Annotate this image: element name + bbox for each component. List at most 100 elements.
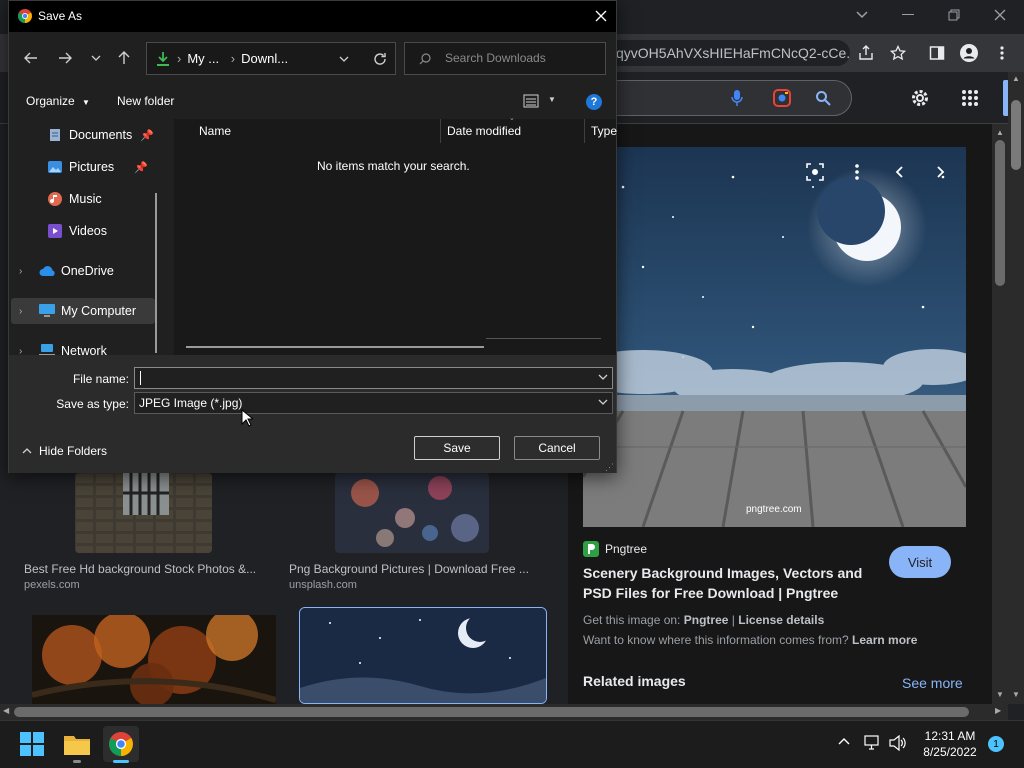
side-panel-icon[interactable] <box>926 42 948 64</box>
lens-search-icon[interactable] <box>771 87 793 109</box>
address-segment[interactable]: Downl... <box>241 51 288 66</box>
restore-icon[interactable] <box>938 4 970 26</box>
sort-chevron-icon: ⌄ <box>509 115 515 122</box>
save-as-type-select[interactable]: JPEG Image (*.jpg) <box>134 392 613 414</box>
hide-folders-toggle[interactable]: Hide Folders <box>22 444 107 458</box>
taskbar-clock-time[interactable]: 12:31 AM <box>920 729 980 743</box>
result-thumb-autumn[interactable] <box>32 615 276 704</box>
more-options-icon[interactable] <box>843 158 871 186</box>
voice-search-icon[interactable] <box>726 87 748 109</box>
page-scroll-up-icon[interactable]: ▲ <box>1012 74 1020 83</box>
learn-more-link[interactable]: Learn more <box>852 633 917 647</box>
taskbar-clock-date[interactable]: 8/25/2022 <box>916 745 984 759</box>
nav-item-music[interactable]: Music <box>9 186 159 212</box>
result-thumb-night-selected[interactable] <box>299 607 547 704</box>
file-explorer-icon[interactable] <box>59 726 95 762</box>
save-as-type-dropdown-icon[interactable] <box>598 399 608 405</box>
share-icon[interactable] <box>855 42 877 64</box>
result-thumb-bokeh[interactable] <box>335 473 489 553</box>
scroll-down-arrow-icon[interactable]: ▼ <box>996 690 1004 699</box>
navigation-pane-scrollbar[interactable] <box>155 193 157 353</box>
network-status-icon[interactable] <box>864 735 882 751</box>
results-scrollbar-thumb[interactable] <box>995 140 1005 286</box>
chrome-taskbar-icon[interactable] <box>103 726 139 762</box>
pin-icon: 📌 <box>140 129 154 142</box>
refresh-icon[interactable] <box>373 52 387 66</box>
notification-badge[interactable]: 1 <box>988 736 1004 752</box>
nav-item-network[interactable]: › Network <box>9 338 159 355</box>
search-placeholder: Search Downloads <box>445 51 546 65</box>
resize-grip-icon[interactable]: ⋰ <box>605 462 614 473</box>
preview-title[interactable]: Scenery Background Images, Vectors and P… <box>583 563 883 603</box>
license-details-link[interactable]: License details <box>738 613 824 627</box>
column-separator[interactable] <box>584 119 585 143</box>
nav-item-onedrive[interactable]: › OneDrive <box>9 258 159 284</box>
help-icon[interactable]: ? <box>586 94 602 110</box>
apps-grid-icon[interactable] <box>957 85 983 111</box>
organize-menu[interactable]: Organize ▼ <box>26 94 90 108</box>
bookmark-star-icon[interactable] <box>887 42 909 64</box>
dialog-titlebar[interactable] <box>9 1 616 32</box>
close-window-icon[interactable] <box>984 4 1016 26</box>
nav-item-documents[interactable]: Documents 📌 <box>9 122 159 148</box>
page-scrollbar-thumb[interactable] <box>1011 100 1021 170</box>
forward-arrow-icon[interactable] <box>53 46 77 70</box>
visual-search-icon[interactable] <box>801 158 829 186</box>
expand-chevron-icon[interactable]: › <box>19 346 33 356</box>
result-title[interactable]: Best Free Hd background Stock Photos &..… <box>24 562 264 576</box>
cancel-button[interactable]: Cancel <box>514 436 600 460</box>
save-button[interactable]: Save <box>414 436 500 460</box>
search-submit-icon[interactable] <box>812 87 834 109</box>
view-chevron-icon[interactable]: ▼ <box>548 95 556 104</box>
back-arrow-icon[interactable] <box>19 46 43 70</box>
next-image-icon[interactable] <box>927 158 955 186</box>
result-thumb-window[interactable] <box>75 473 212 553</box>
view-options-icon[interactable] <box>523 94 539 108</box>
settings-gear-icon[interactable] <box>907 85 933 111</box>
start-button-windows-icon[interactable] <box>14 726 50 762</box>
scroll-left-icon[interactable]: ◀ <box>3 706 9 715</box>
result-title[interactable]: Png Background Pictures | Download Free … <box>289 562 541 576</box>
nav-item-label: My Computer <box>61 304 137 318</box>
tab-search-icon[interactable] <box>846 4 878 26</box>
organize-chevron-icon: ▼ <box>82 98 90 107</box>
recent-locations-chevron-icon[interactable] <box>84 46 108 70</box>
preview-image[interactable] <box>583 147 966 527</box>
horizontal-scrollbar-thumb[interactable] <box>14 707 969 717</box>
address-dropdown-icon[interactable] <box>339 56 349 62</box>
scroll-up-arrow-icon[interactable]: ▲ <box>996 128 1004 137</box>
dialog-close-icon[interactable] <box>589 5 613 27</box>
file-name-input[interactable] <box>134 367 613 389</box>
nav-item-label: OneDrive <box>61 264 114 278</box>
chrome-menu-icon[interactable] <box>991 42 1013 64</box>
expand-chevron-icon[interactable]: › <box>19 306 33 317</box>
column-header-type[interactable]: Type <box>591 124 617 138</box>
column-header-name[interactable]: Name <box>199 124 231 138</box>
volume-icon[interactable] <box>889 735 907 751</box>
address-segment[interactable]: My ... <box>187 51 219 66</box>
omnibox-url: qyvOH5AhVXsHIEHaFmCNcQ2-cCe... <box>616 45 850 61</box>
show-hidden-icons-chevron-icon[interactable] <box>838 737 850 745</box>
up-folder-arrow-icon[interactable] <box>112 46 136 70</box>
profile-icon[interactable] <box>958 42 980 64</box>
page-scroll-down-icon[interactable]: ▼ <box>1012 690 1020 699</box>
file-pane-scrollbar[interactable] <box>186 346 484 348</box>
visit-button[interactable]: Visit <box>889 546 951 578</box>
nav-item-my-computer[interactable]: › My Computer <box>11 298 155 324</box>
nav-item-pictures[interactable]: Pictures 📌 <box>9 154 159 180</box>
nav-item-videos[interactable]: Videos <box>9 218 159 244</box>
search-downloads-input[interactable]: Search Downloads <box>404 42 606 75</box>
preview-source-name[interactable]: Pngtree <box>605 542 647 556</box>
get-image-site-link[interactable]: Pngtree <box>684 613 729 627</box>
column-header-date-modified[interactable]: Date modified <box>447 124 521 138</box>
address-bar[interactable]: › My ... › Downl... <box>146 42 396 75</box>
file-name-dropdown-icon[interactable] <box>598 374 608 380</box>
column-separator[interactable] <box>440 119 441 143</box>
scroll-right-icon[interactable]: ▶ <box>995 706 1001 715</box>
documents-icon <box>47 127 63 143</box>
minimize-icon[interactable] <box>892 4 924 26</box>
see-more-link[interactable]: See more <box>902 675 963 691</box>
new-folder-button[interactable]: New folder <box>117 94 174 108</box>
prev-image-icon[interactable] <box>885 158 913 186</box>
expand-chevron-icon[interactable]: › <box>19 266 33 277</box>
